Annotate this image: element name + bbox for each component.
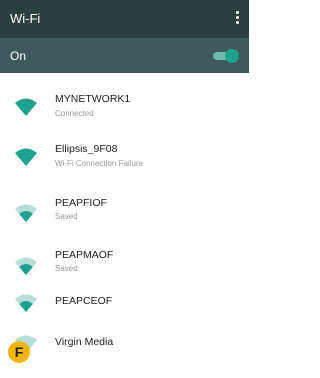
- network-item-mynetwork1[interactable]: MYNETWORK1 Connected: [0, 81, 249, 131]
- network-status: Saved: [55, 264, 78, 273]
- network-item-ellipsis-9f08[interactable]: Ellipsis_9F08 Wi-Fi Connection Failure: [0, 133, 249, 183]
- wifi-toggle-row[interactable]: On: [0, 38, 249, 73]
- network-name: PEAPMAOF: [55, 249, 114, 261]
- page-title: Wi-Fi: [10, 11, 41, 26]
- network-item-virgin-media[interactable]: Virgin Media: [0, 326, 249, 376]
- network-status: Saved: [55, 212, 78, 221]
- app-bar: Wi-Fi: [0, 0, 249, 38]
- network-name: Ellipsis_9F08: [55, 143, 118, 155]
- network-status: Wi-Fi Connection Failure: [55, 159, 144, 168]
- wifi-signal-medium-icon: [15, 257, 37, 275]
- network-item-peapmaof[interactable]: PEAPMAOF Saved: [0, 238, 249, 288]
- step-badge: F: [8, 341, 30, 363]
- wifi-switch[interactable]: [211, 49, 239, 63]
- wifi-toggle-label: On: [10, 49, 27, 63]
- wifi-signal-full-icon: [15, 98, 37, 116]
- wifi-signal-medium-icon: [15, 294, 37, 312]
- network-status: Connected: [55, 109, 94, 118]
- network-name: MYNETWORK1: [55, 93, 131, 105]
- wifi-settings-screen: Wi-Fi On MYNETWORK1 Connected Ellipsis_9…: [0, 0, 249, 378]
- wifi-signal-medium-icon: [15, 204, 37, 222]
- switch-thumb: [225, 49, 239, 63]
- network-item-peapfiof[interactable]: PEAPFIOF Saved: [0, 185, 249, 235]
- network-name: PEAPCEOF: [55, 295, 113, 307]
- network-list: MYNETWORK1 Connected Ellipsis_9F08 Wi-Fi…: [0, 73, 249, 378]
- network-name: Virgin Media: [55, 336, 114, 348]
- network-name: PEAPFIOF: [55, 197, 107, 209]
- more-vert-icon[interactable]: [235, 11, 239, 26]
- wifi-signal-full-icon: [15, 148, 37, 166]
